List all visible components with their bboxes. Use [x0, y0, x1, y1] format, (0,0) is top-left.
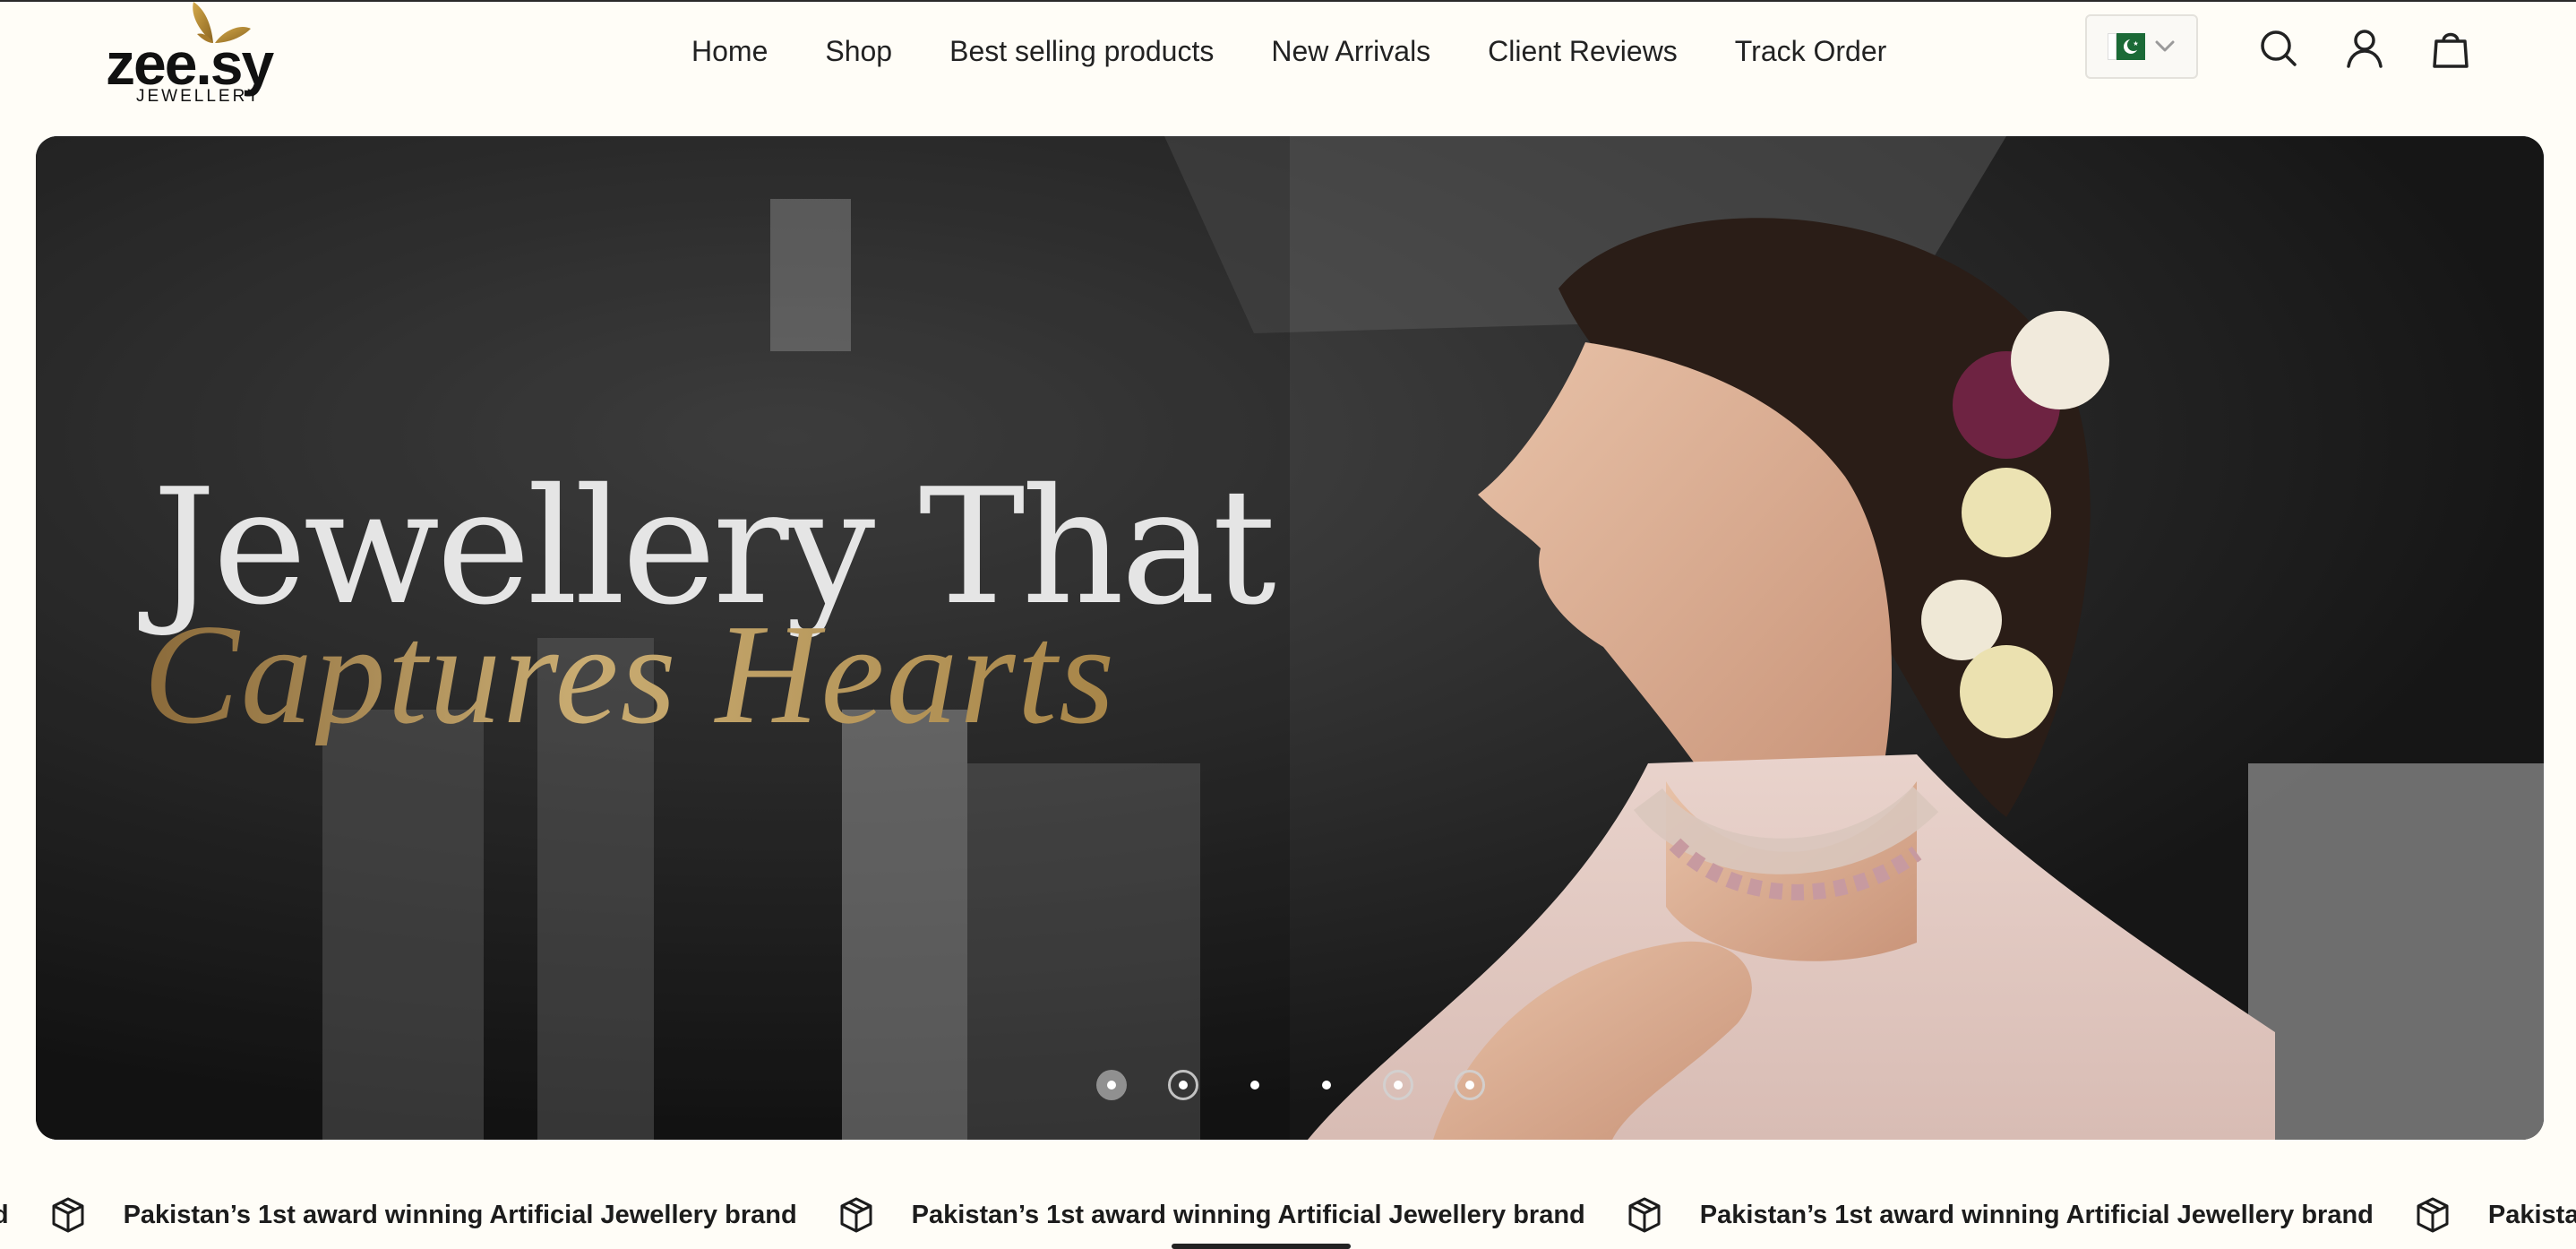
marquee-item: and [0, 1201, 9, 1230]
search-icon[interactable] [2255, 25, 2302, 72]
marquee-item: Pakistan’s 1st award winning Artificial … [48, 1195, 797, 1235]
marquee-text: Pakistan’s 1st award winning Artificial … [911, 1200, 1585, 1229]
slide-dot-6[interactable] [1455, 1070, 1485, 1100]
package-icon [52, 1197, 84, 1233]
site-header: zee.sy JEWELLERY Home Shop Best selling … [0, 0, 2576, 134]
slide-dot-4[interactable] [1311, 1070, 1342, 1100]
nav-new-arrivals[interactable]: New Arrivals [1271, 35, 1430, 68]
slider-pagination [1096, 1070, 1485, 1100]
brand-wordmark: zee.sy [106, 30, 274, 97]
marquee-track: and Pakistan’s 1st award winning Artific… [0, 1181, 2576, 1249]
nav-shop[interactable]: Shop [825, 35, 892, 68]
country-selector[interactable] [2085, 14, 2198, 79]
marquee-item: Pakistan’s 1st award winning Artificial … [1625, 1195, 2374, 1235]
hero-banner[interactable]: Jewellery That Captures Hearts [36, 136, 2544, 1140]
pakistan-flag-icon [2108, 33, 2145, 60]
marquee-text: Pakistan’s 1st award winning Artificial … [1699, 1200, 2374, 1229]
marquee-item: Pakistan’s 1st award winning Artificial … [837, 1195, 1585, 1235]
package-icon [840, 1197, 872, 1233]
brand-subtitle: JEWELLERY [136, 87, 262, 106]
marquee-fragment: Pakistan’s 1st award w [2487, 1200, 2576, 1229]
package-icon [2417, 1197, 2449, 1233]
marquee-text: Pakistan’s 1st award winning Artificial … [123, 1200, 797, 1229]
hero-script-headline: Captures Hearts [143, 594, 1117, 754]
nav-best-selling[interactable]: Best selling products [949, 35, 1214, 68]
main-nav: Home Shop Best selling products New Arri… [691, 29, 1886, 73]
chevron-down-icon [2155, 40, 2175, 52]
slide-dot-1[interactable] [1096, 1070, 1127, 1100]
marquee-item: Pakistan’s 1st award w [2413, 1195, 2576, 1235]
slide-dot-2[interactable] [1168, 1070, 1198, 1100]
nav-track-order[interactable]: Track Order [1735, 35, 1887, 68]
nav-home[interactable]: Home [691, 35, 768, 68]
package-icon [1628, 1197, 1661, 1233]
account-icon[interactable] [2341, 25, 2388, 72]
shopping-bag-icon[interactable] [2427, 25, 2474, 72]
slide-dot-5[interactable] [1383, 1070, 1413, 1100]
marquee-fragment: and [0, 1200, 9, 1229]
nav-client-reviews[interactable]: Client Reviews [1488, 35, 1678, 68]
slide-dot-3[interactable] [1240, 1070, 1270, 1100]
scroll-indicator [1172, 1244, 1351, 1249]
brand-logo[interactable]: zee.sy JEWELLERY [106, 2, 294, 109]
announcement-marquee: and Pakistan’s 1st award winning Artific… [0, 1181, 2576, 1249]
